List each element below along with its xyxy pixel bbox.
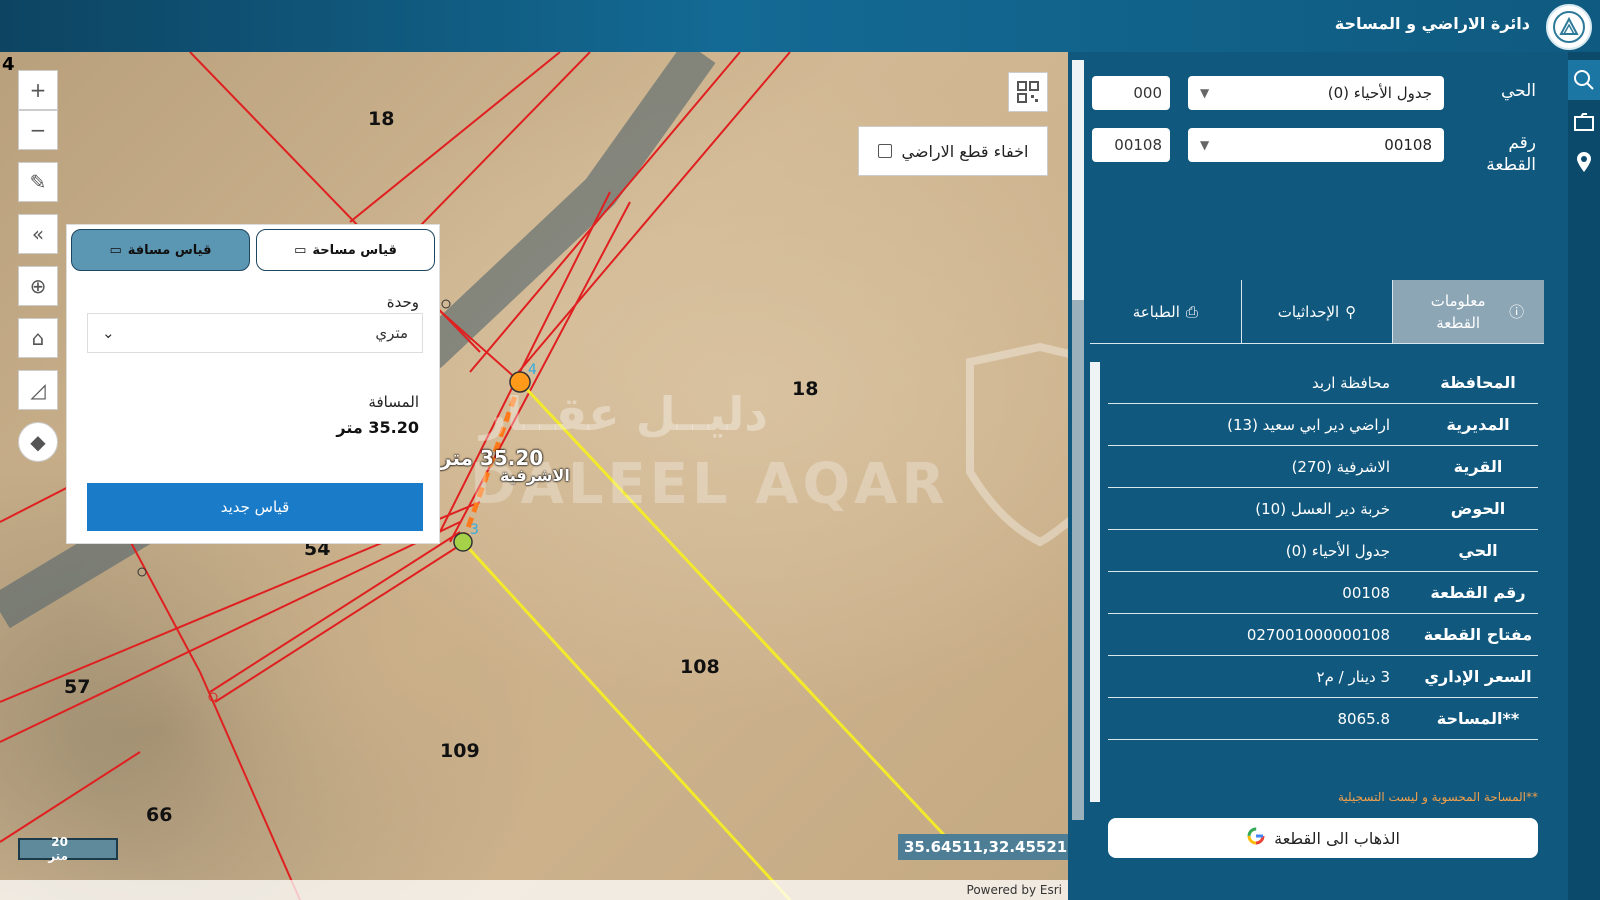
- home-button[interactable]: ⌂: [18, 318, 58, 358]
- draw-button[interactable]: ✎: [18, 162, 58, 202]
- place-label: الاشرفية: [500, 466, 570, 485]
- goto-parcel-button[interactable]: الذهاب الى القطعة: [1108, 818, 1538, 858]
- parcel-row: 00108 00108 ▼ رقم القطعة: [1084, 128, 1568, 188]
- watermark-arabic: دليــل عقــار: [480, 387, 768, 441]
- parcel-label: 108: [680, 656, 720, 678]
- caret-down-icon: ▼: [1200, 138, 1210, 152]
- district-select[interactable]: جدول الأحياء (0) ▼: [1188, 76, 1444, 110]
- table-row: السعر الإداري 3 دينار / م٢: [1108, 656, 1538, 698]
- parcel-label: 18: [792, 378, 819, 400]
- plus-icon: +: [29, 78, 47, 102]
- app-title: دائرة الاراضي و المساحة: [1334, 14, 1530, 33]
- panel-scrollbar[interactable]: [1072, 60, 1084, 820]
- google-icon: [1246, 826, 1266, 850]
- side-icon-strip: [1568, 52, 1600, 900]
- app-header: دائرة الاراضي و المساحة: [0, 0, 1600, 52]
- measure-panel: ▭ قياس مسافة ▭ قياس مساحة وحدة متري ⌄ ال…: [66, 224, 440, 544]
- point-label-3: 3: [470, 522, 479, 538]
- info-scrollbar[interactable]: [1090, 362, 1100, 802]
- table-row: المديرية اراضي دير ابي سعيد (13): [1108, 404, 1538, 446]
- parcel-label: 109: [440, 740, 480, 762]
- info-panel: 000 جدول الأحياء (0) ▼ الحي 00108 00108 …: [1084, 52, 1568, 900]
- unit-label: وحدة: [386, 293, 419, 311]
- qr-icon: [1017, 81, 1039, 103]
- distance-label: المسافة: [368, 393, 419, 411]
- tab-parcel-info[interactable]: ⓘ معلومات القطعة: [1392, 280, 1544, 343]
- logo-icon: [1546, 4, 1592, 50]
- parcel-info-table: المحافظة محافظة اربد المديرية اراضي دير اب…: [1090, 362, 1544, 866]
- printer-icon: ⎙: [1185, 302, 1198, 321]
- zoom-out-button[interactable]: −: [18, 110, 58, 150]
- map-view[interactable]: 4 3 4 18 18 54 57 108 109 66 دليــل عقــ…: [0, 52, 1068, 900]
- compass-button[interactable]: ◆: [18, 422, 58, 462]
- district-code-input[interactable]: 000: [1092, 76, 1170, 110]
- unit-select[interactable]: متري ⌄: [87, 313, 423, 353]
- new-measure-button[interactable]: قياس جديد: [87, 483, 423, 531]
- table-row: الحوض خربة دير العسل (10): [1108, 488, 1538, 530]
- collapse-button[interactable]: «: [18, 214, 58, 254]
- table-row: الحي جدول الأحياء (0): [1108, 530, 1538, 572]
- parcel-label: 57: [64, 676, 91, 698]
- tab-measure-distance[interactable]: ▭ قياس مسافة: [71, 229, 250, 271]
- caret-down-icon: ▼: [1200, 86, 1210, 100]
- scale-bar: 20 متر: [18, 835, 118, 863]
- parcel-select[interactable]: 00108 ▼: [1188, 128, 1444, 162]
- table-row: **المساحة 8065.8: [1108, 698, 1538, 740]
- coordinates-readout: 35.64511,32.45521: [898, 834, 1068, 860]
- district-label: الحي: [1500, 81, 1536, 101]
- parcel-label: 18: [368, 108, 395, 130]
- minus-icon: −: [29, 118, 47, 142]
- home-icon: ⌂: [31, 326, 45, 350]
- district-row: 000 جدول الأحياء (0) ▼ الحي: [1084, 76, 1568, 116]
- double-chevron-left-icon: «: [31, 222, 45, 246]
- table-row: مفتاح القطعة 027001000000108: [1108, 614, 1538, 656]
- distance-value: 35.20 متر: [336, 418, 419, 437]
- crosshair-icon: ⊕: [29, 274, 47, 298]
- area-ruler-icon: ▭: [294, 242, 307, 258]
- tab-coordinates[interactable]: ⚲ الإحداثيات: [1240, 280, 1393, 343]
- tab-measure-area[interactable]: ▭ قياس مساحة: [256, 229, 435, 271]
- zoom-in-button[interactable]: +: [18, 70, 58, 110]
- area-note: **المساحة المحسوبة و ليست التسجيلية: [1337, 790, 1538, 804]
- scrollbar-thumb[interactable]: [1072, 60, 1084, 300]
- map-toolbar: + − ✎ « ⊕ ⌂ ◿ ◆: [18, 70, 58, 462]
- hide-parcels-checkbox[interactable]: [877, 144, 892, 158]
- measure-tool-button[interactable]: ◿: [18, 370, 58, 410]
- table-row: المحافظة محافظة اربد: [1108, 362, 1538, 404]
- info-icon: ⓘ: [1509, 302, 1525, 321]
- hide-parcels-label: اخفاء قطع الاراضي: [901, 141, 1029, 161]
- hide-parcels-toggle[interactable]: اخفاء قطع الاراضي: [858, 126, 1048, 176]
- point-label-4: 4: [528, 362, 537, 378]
- search-icon[interactable]: [1572, 68, 1596, 92]
- table-row: القرية الاشرفية (270): [1108, 446, 1538, 488]
- parcel-label: رقم القطعة: [1486, 133, 1536, 175]
- map-corner-number: 4: [2, 54, 15, 75]
- location-pin-icon: ⚲: [1345, 302, 1357, 321]
- table-row: رقم القطعة 00108: [1108, 572, 1538, 614]
- folder-icon[interactable]: [1572, 110, 1596, 134]
- tab-print[interactable]: ⎙ الطباعة: [1090, 280, 1241, 343]
- ruler-icon: ▭: [109, 242, 122, 258]
- locate-button[interactable]: ⊕: [18, 266, 58, 306]
- compass-icon: ◆: [30, 430, 46, 454]
- parcel-code-input[interactable]: 00108: [1092, 128, 1170, 162]
- panel-tabs: ⓘ معلومات القطعة ⚲ الإحداثيات ⎙ الطباعة: [1090, 280, 1544, 344]
- qr-code-button[interactable]: [1008, 72, 1048, 112]
- parcel-label: 66: [146, 804, 173, 826]
- ruler-icon: ◿: [30, 378, 46, 402]
- chevron-down-icon: ⌄: [102, 324, 115, 342]
- location-pin-icon[interactable]: [1572, 150, 1596, 174]
- esri-attribution: Powered by Esri: [0, 880, 1068, 900]
- pencil-icon: ✎: [29, 170, 47, 194]
